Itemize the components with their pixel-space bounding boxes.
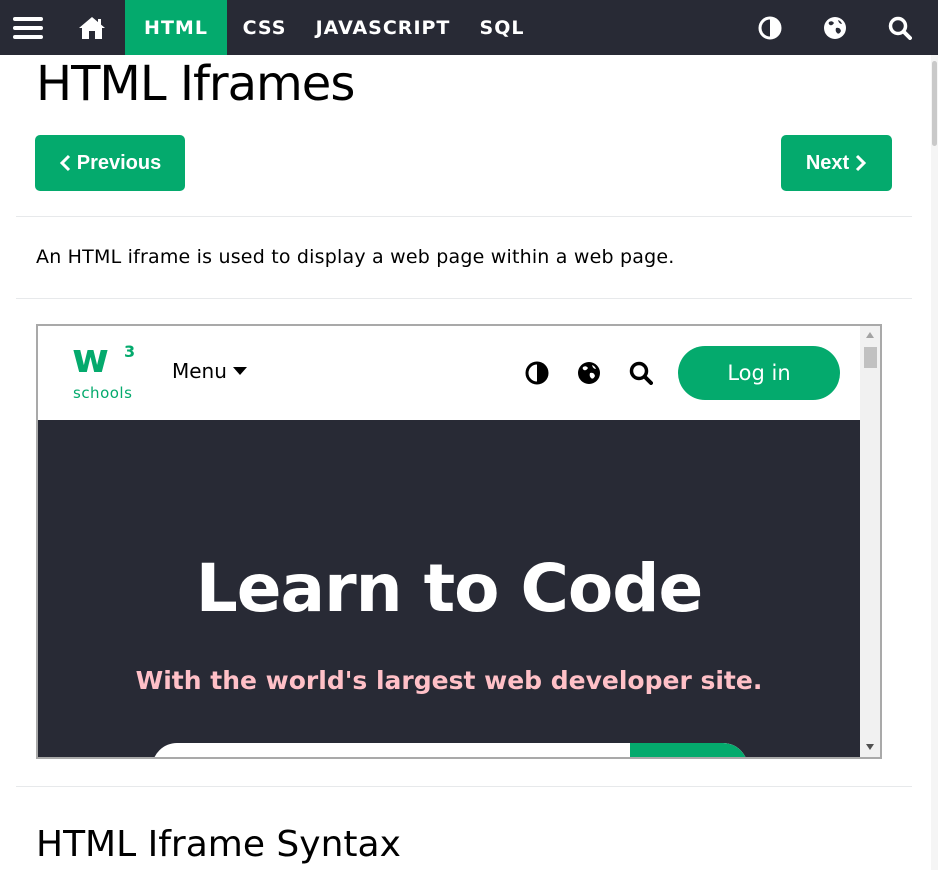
caret-down-icon — [232, 367, 247, 375]
hero-search-button[interactable] — [630, 743, 748, 757]
previous-button[interactable]: Previous — [35, 135, 185, 191]
contrast-icon[interactable] — [752, 0, 788, 55]
iframe-scrollbar[interactable] — [860, 326, 880, 757]
nav-link-sql[interactable]: SQL — [468, 0, 536, 55]
previous-label: Previous — [76, 151, 162, 174]
divider — [16, 298, 912, 299]
iframe-scrollbar-thumb[interactable] — [864, 347, 877, 368]
logo-text: schools — [73, 384, 133, 402]
chevron-left-icon — [59, 154, 70, 172]
login-button[interactable]: Log in — [678, 346, 840, 400]
scroll-down-arrow-icon[interactable] — [865, 743, 875, 751]
w3schools-logo[interactable]: w 3 schools — [72, 336, 136, 404]
top-navigation-bar: HTML CSS JAVASCRIPT SQL — [0, 0, 938, 55]
page-scrollbar[interactable] — [931, 55, 938, 870]
iframe-menu-button[interactable]: Menu — [172, 359, 247, 383]
logo-superscript: 3 — [124, 342, 136, 361]
hero-title: Learn to Code — [195, 550, 704, 627]
nav-link-javascript[interactable]: JAVASCRIPT — [306, 0, 460, 55]
hamburger-menu-icon[interactable] — [0, 0, 55, 55]
nav-link-css[interactable]: CSS — [232, 0, 297, 55]
nav-link-html[interactable]: HTML — [125, 0, 227, 55]
iframe-contrast-icon[interactable] — [525, 361, 549, 389]
next-label: Next — [805, 151, 850, 174]
globe-icon[interactable] — [817, 0, 853, 55]
chevron-right-icon — [856, 154, 867, 172]
embedded-iframe[interactable]: w 3 schools Menu Log in Learn to Code Wi… — [36, 324, 882, 759]
next-button[interactable]: Next — [781, 135, 892, 191]
iframe-header: w 3 schools Menu Log in — [38, 326, 860, 420]
scroll-up-arrow-icon[interactable] — [865, 331, 875, 339]
hero-search-bar[interactable] — [152, 743, 748, 757]
search-icon[interactable] — [882, 0, 918, 55]
hero-subtitle: With the world's largest web developer s… — [135, 666, 763, 695]
iframe-menu-label: Menu — [172, 359, 227, 383]
iframe-globe-icon[interactable] — [577, 361, 601, 389]
iframe-hero: Learn to Code With the world's largest w… — [38, 420, 860, 757]
section-heading: HTML Iframe Syntax — [36, 824, 401, 865]
divider — [16, 216, 912, 217]
page-title: HTML Iframes — [36, 56, 355, 112]
intro-paragraph: An HTML iframe is used to display a web … — [36, 246, 675, 268]
iframe-search-icon[interactable] — [629, 361, 653, 389]
home-icon[interactable] — [67, 0, 117, 55]
page-scrollbar-thumb[interactable] — [932, 61, 937, 146]
logo-mark: w — [72, 336, 109, 382]
divider — [16, 786, 912, 787]
